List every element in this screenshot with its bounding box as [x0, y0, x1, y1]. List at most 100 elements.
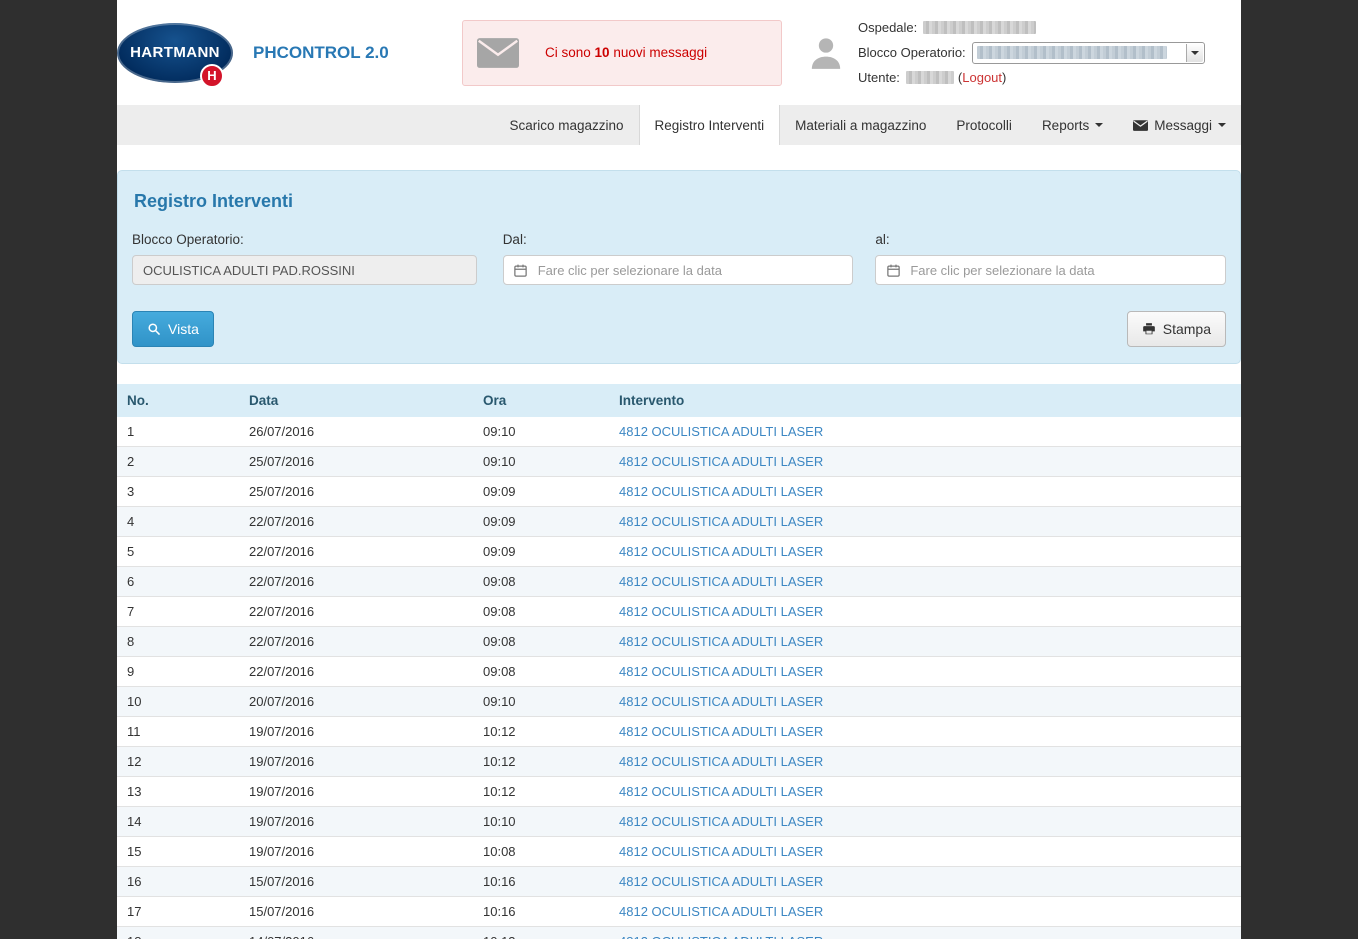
logo-text: HARTMANN — [130, 44, 220, 61]
nav-tab[interactable]: Materiali a magazzino — [780, 105, 941, 145]
nav-tab-label: Protocolli — [956, 118, 1012, 133]
cell-data: 22/07/2016 — [239, 537, 473, 567]
intervento-link[interactable]: 4812 OCULISTICA ADULTI LASER — [619, 664, 823, 679]
header: HARTMANN H PHCONTROL 2.0 Ci sono 10 nuov… — [117, 0, 1241, 105]
table-row: 5 22/07/2016 09:09 4812 OCULISTICA ADULT… — [117, 537, 1241, 567]
col-header-data: Data — [239, 384, 473, 417]
blocco-field-group: Blocco Operatorio: — [132, 232, 477, 285]
stampa-button[interactable]: Stampa — [1127, 311, 1226, 347]
calendar-icon[interactable] — [876, 263, 910, 278]
cell-data: 19/07/2016 — [239, 777, 473, 807]
dal-date-input[interactable] — [538, 263, 853, 278]
cell-intervento: 4812 OCULISTICA ADULTI LASER — [609, 837, 1241, 867]
intervento-link[interactable]: 4812 OCULISTICA ADULTI LASER — [619, 484, 823, 499]
logout-paren-close: ) — [1002, 70, 1006, 85]
blocco-operatorio-select[interactable] — [972, 42, 1205, 64]
intervento-link[interactable]: 4812 OCULISTICA ADULTI LASER — [619, 424, 823, 439]
select-redacted-value — [977, 46, 1167, 59]
intervento-link[interactable]: 4812 OCULISTICA ADULTI LASER — [619, 694, 823, 709]
intervento-link[interactable]: 4812 OCULISTICA ADULTI LASER — [619, 844, 823, 859]
intervento-link[interactable]: 4812 OCULISTICA ADULTI LASER — [619, 514, 823, 529]
al-date-input[interactable] — [910, 263, 1225, 278]
nav-tab[interactable]: Messaggi — [1118, 105, 1241, 145]
cell-data: 25/07/2016 — [239, 447, 473, 477]
vista-button[interactable]: Vista — [132, 311, 214, 347]
intervento-link[interactable]: 4812 OCULISTICA ADULTI LASER — [619, 724, 823, 739]
intervento-link[interactable]: 4812 OCULISTICA ADULTI LASER — [619, 754, 823, 769]
cell-data: 20/07/2016 — [239, 687, 473, 717]
cell-ora: 10:13 — [473, 927, 609, 939]
nav-tab[interactable]: Reports — [1027, 105, 1118, 145]
cell-ora: 09:10 — [473, 687, 609, 717]
nav-tab-label: Reports — [1042, 118, 1089, 133]
nav-tab-label: Registro Interventi — [655, 118, 765, 133]
filter-panel: Registro Interventi Blocco Operatorio: D… — [117, 170, 1241, 364]
intervento-link[interactable]: 4812 OCULISTICA ADULTI LASER — [619, 814, 823, 829]
cell-no: 16 — [117, 867, 239, 897]
nav-tab[interactable]: Protocolli — [941, 105, 1027, 145]
table-row: 7 22/07/2016 09:08 4812 OCULISTICA ADULT… — [117, 597, 1241, 627]
cell-no: 5 — [117, 537, 239, 567]
page-background: HARTMANN H PHCONTROL 2.0 Ci sono 10 nuov… — [0, 0, 1358, 939]
intervento-link[interactable]: 4812 OCULISTICA ADULTI LASER — [619, 604, 823, 619]
nav-tab-label: Scarico magazzino — [509, 118, 623, 133]
logout-link[interactable]: Logout — [962, 70, 1002, 85]
panel-buttons: Vista Stampa — [132, 311, 1226, 347]
nav-tab[interactable]: Registro Interventi — [639, 105, 781, 145]
nav-tab-label: Materiali a magazzino — [795, 118, 926, 133]
logo-h-badge: H — [200, 64, 224, 88]
cell-intervento: 4812 OCULISTICA ADULTI LASER — [609, 777, 1241, 807]
cell-intervento: 4812 OCULISTICA ADULTI LASER — [609, 477, 1241, 507]
block-row: Blocco Operatorio: — [858, 42, 1221, 64]
cell-no: 3 — [117, 477, 239, 507]
cell-intervento: 4812 OCULISTICA ADULTI LASER — [609, 507, 1241, 537]
intervento-link[interactable]: 4812 OCULISTICA ADULTI LASER — [619, 874, 823, 889]
al-label: al: — [875, 232, 1226, 247]
table-row: 17 15/07/2016 10:16 4812 OCULISTICA ADUL… — [117, 897, 1241, 927]
printer-icon — [1142, 322, 1156, 336]
col-header-no: No. — [117, 384, 239, 417]
cell-data: 19/07/2016 — [239, 807, 473, 837]
cell-data: 22/07/2016 — [239, 627, 473, 657]
intervento-link[interactable]: 4812 OCULISTICA ADULTI LASER — [619, 454, 823, 469]
cell-intervento: 4812 OCULISTICA ADULTI LASER — [609, 597, 1241, 627]
col-header-ora: Ora — [473, 384, 609, 417]
logout-wrap: (Logout) — [958, 70, 1006, 85]
table-row: 3 25/07/2016 09:09 4812 OCULISTICA ADULT… — [117, 477, 1241, 507]
page-title: Registro Interventi — [134, 191, 1226, 212]
table-row: 18 14/07/2016 10:13 4812 OCULISTICA ADUL… — [117, 927, 1241, 939]
cell-no: 1 — [117, 417, 239, 447]
intervento-link[interactable]: 4812 OCULISTICA ADULTI LASER — [619, 904, 823, 919]
table-row: 14 19/07/2016 10:10 4812 OCULISTICA ADUL… — [117, 807, 1241, 837]
intervento-link[interactable]: 4812 OCULISTICA ADULTI LASER — [619, 544, 823, 559]
select-caret-box — [1186, 44, 1203, 62]
dal-label: Dal: — [503, 232, 854, 247]
table-row: 2 25/07/2016 09:10 4812 OCULISTICA ADULT… — [117, 447, 1241, 477]
intervento-link[interactable]: 4812 OCULISTICA ADULTI LASER — [619, 634, 823, 649]
new-messages-banner[interactable]: Ci sono 10 nuovi messaggi — [462, 20, 782, 86]
user-box: Ospedale: Blocco Operatorio: Ut — [806, 14, 1241, 92]
nav-tabs: Scarico magazzino Registro Interventi Ma… — [117, 105, 1241, 145]
intervento-link[interactable]: 4812 OCULISTICA ADULTI LASER — [619, 574, 823, 589]
cell-intervento: 4812 OCULISTICA ADULTI LASER — [609, 927, 1241, 939]
nav-tab-label: Messaggi — [1154, 118, 1212, 133]
table-row: 4 22/07/2016 09:09 4812 OCULISTICA ADULT… — [117, 507, 1241, 537]
intervento-link[interactable]: 4812 OCULISTICA ADULTI LASER — [619, 784, 823, 799]
cell-intervento: 4812 OCULISTICA ADULTI LASER — [609, 867, 1241, 897]
messages-count: 10 — [595, 45, 610, 60]
cell-no: 18 — [117, 927, 239, 939]
nav-tab[interactable]: Scarico magazzino — [494, 105, 638, 145]
caret-down-icon — [1218, 123, 1226, 127]
blocco-label: Blocco Operatorio: — [132, 232, 477, 247]
cell-intervento: 4812 OCULISTICA ADULTI LASER — [609, 717, 1241, 747]
search-icon — [147, 322, 161, 336]
cell-ora: 10:12 — [473, 777, 609, 807]
user-info: Ospedale: Blocco Operatorio: Ut — [858, 14, 1221, 92]
cell-no: 14 — [117, 807, 239, 837]
calendar-icon[interactable] — [504, 263, 538, 278]
cell-ora: 09:08 — [473, 597, 609, 627]
cell-no: 2 — [117, 447, 239, 477]
intervento-link[interactable]: 4812 OCULISTICA ADULTI LASER — [619, 934, 823, 939]
cell-ora: 10:16 — [473, 867, 609, 897]
cell-data: 22/07/2016 — [239, 567, 473, 597]
